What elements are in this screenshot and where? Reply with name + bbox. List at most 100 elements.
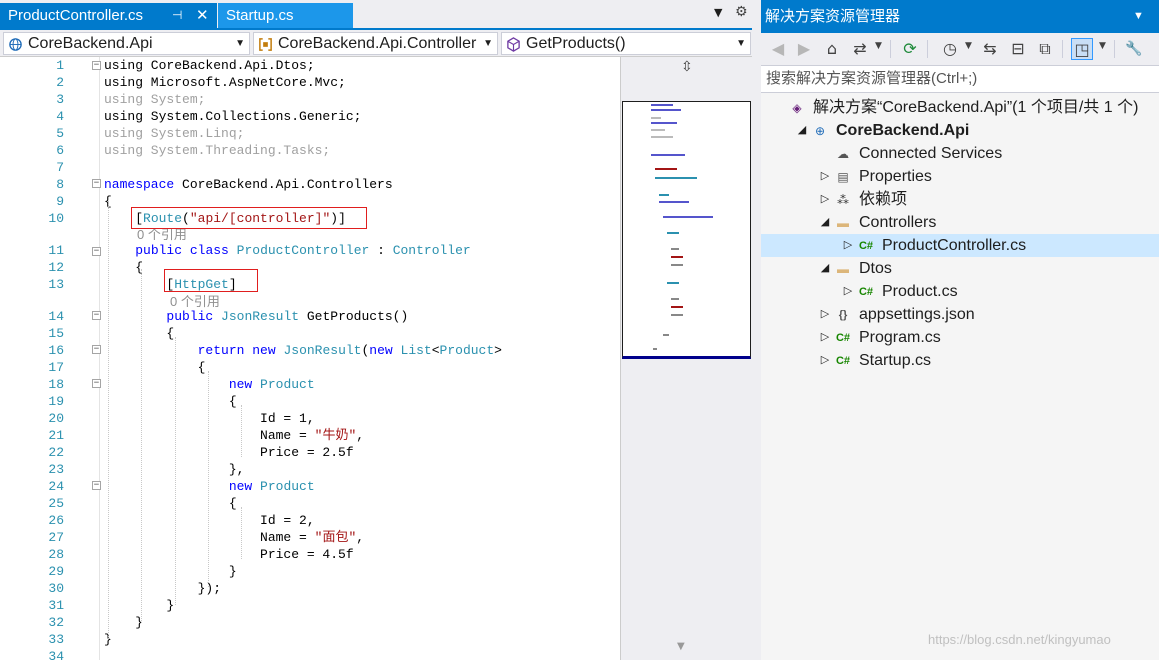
fold-toggle-icon[interactable]: − [92,481,101,490]
collapse-arrow-icon[interactable]: ◢ [819,211,831,234]
minimap-viewport[interactable] [622,101,751,359]
wrench-icon[interactable]: 🔧 [1123,38,1145,60]
history-icon[interactable]: ◷ [939,38,961,60]
code-token: Name = [104,530,315,545]
tree-item[interactable]: ▷ C# Program.cs [761,326,1159,349]
scroll-down-arrow-icon[interactable]: ▼ [677,641,685,652]
tab-list-dropdown-icon[interactable]: ▼ [714,6,722,19]
panel-options-dropdown-icon[interactable]: ▼ [1133,0,1144,33]
collapse-arrow-icon[interactable]: ◢ [819,257,831,280]
expand-arrow-icon[interactable]: ▷ [842,234,854,257]
code-line[interactable]: } [104,614,143,631]
tree-item[interactable]: ▷ C# ProductController.cs [761,234,1159,257]
code-token: using System.Collections.Generic; [104,109,362,124]
code-text-area[interactable]: 1 using CoreBackend.Api.Dtos; 2 using Micro… [0,57,620,660]
tree-item[interactable]: ◢ ⊕ CoreBackend.Api [761,119,1159,142]
pin-icon[interactable]: ⊣ [172,3,182,28]
pending-changes-icon[interactable]: ⟳ [899,38,921,60]
expand-arrow-icon[interactable]: ▷ [819,165,831,188]
code-token: Product [260,377,315,392]
indent-guide [208,371,209,587]
reference-count-hint[interactable]: 0 个引用 [170,293,220,310]
fold-toggle-icon[interactable]: − [92,345,101,354]
close-icon[interactable]: ✕ [196,3,209,28]
code-line[interactable]: { [104,495,237,512]
line-number: 13 [48,277,64,292]
expand-arrow-icon[interactable]: ▷ [842,280,854,303]
fold-toggle-icon[interactable]: − [92,379,101,388]
minimap-line [651,129,665,131]
code-line[interactable]: { [104,393,237,410]
expand-arrow-icon[interactable]: ▷ [819,349,831,372]
minimap-line [651,122,677,124]
member-dropdown[interactable]: GetProducts() ▼ [501,32,751,55]
code-minimap[interactable]: ⇳ ▼ [620,57,752,660]
tree-item[interactable]: ▷ C# Product.cs [761,280,1159,303]
expand-arrow-icon[interactable]: ▷ [819,303,831,326]
code-line[interactable]: { [104,259,143,276]
code-line[interactable]: public JsonResult GetProducts() [104,308,408,325]
chevron-down-icon[interactable]: ▼ [1099,41,1106,51]
code-line[interactable]: { [104,325,174,342]
tree-item[interactable]: ◢ ▬ Controllers [761,211,1159,234]
project-dropdown[interactable]: CoreBackend.Api ▼ [3,32,250,55]
search-solution-explorer-input[interactable]: 搜索解决方案资源管理器(Ctrl+;) [761,65,1159,93]
code-line[interactable]: return new JsonResult(new List<Product> [104,342,502,359]
gear-icon[interactable]: ⚙ [735,4,748,20]
tree-item[interactable]: ▷ {} appsettings.json [761,303,1159,326]
show-all-files-icon[interactable]: ⧉ [1034,38,1056,60]
member-dropdown-value: GetProducts() [526,35,626,52]
code-line[interactable]: using System.Linq; [104,125,244,142]
tree-item[interactable]: ▷ ▤ Properties [761,165,1159,188]
switch-views-icon[interactable]: ⇄ [849,38,871,60]
tab-product-controller[interactable]: ProductController.cs ⊣ ✕ [0,3,217,28]
back-icon[interactable]: ◀ [767,38,789,60]
expand-arrow-icon[interactable]: ▷ [819,188,831,211]
code-line[interactable]: new Product [104,478,315,495]
code-line[interactable]: Id = 2, [104,512,315,529]
code-line[interactable]: using CoreBackend.Api.Dtos; [104,57,315,74]
code-line[interactable]: Name = "面包", [104,529,364,546]
code-line[interactable]: Name = "牛奶", [104,427,364,444]
code-line[interactable]: }); [104,580,221,597]
home-icon[interactable]: ⌂ [821,38,843,60]
chevron-down-icon[interactable]: ▼ [965,41,972,51]
sync-with-document-icon[interactable]: ⇆ [979,38,1001,60]
collapse-all-icon[interactable]: ⊟ [1007,38,1029,60]
indent-guide [241,507,242,559]
expand-arrow-icon[interactable]: ▷ [819,326,831,349]
tree-item[interactable]: ▷ ⁂ 依赖项 [761,188,1159,211]
indent-guide [175,337,176,605]
indent-guide [241,405,242,457]
type-dropdown[interactable]: CoreBackend.Api.Controller ▼ [253,32,498,55]
fold-toggle-icon[interactable]: − [92,247,101,256]
fold-toggle-icon[interactable]: − [92,61,101,70]
split-window-icon[interactable]: ⇳ [681,59,693,75]
code-line[interactable]: } [104,597,174,614]
code-line[interactable]: Id = 1, [104,410,315,427]
line-number: 6 [56,143,64,158]
tab-label: ProductController.cs [8,7,144,24]
chevron-down-icon[interactable]: ▼ [875,41,882,51]
code-line[interactable]: } [104,563,237,580]
collapse-arrow-icon[interactable]: ◢ [796,119,808,142]
code-line[interactable]: using Microsoft.AspNetCore.Mvc; [104,74,346,91]
code-line[interactable]: new Product [104,376,315,393]
tree-item[interactable]: ◈ 解决方案“CoreBackend.Api”(1 个项目/共 1 个) [761,96,1159,119]
code-line[interactable]: using System; [104,91,205,108]
code-line[interactable]: using System.Collections.Generic; [104,108,361,125]
tab-startup[interactable]: Startup.cs [218,3,353,28]
forward-icon[interactable]: ▶ [793,38,815,60]
tree-item[interactable]: ☁ Connected Services [761,142,1159,165]
line-number: 30 [48,581,64,596]
fold-toggle-icon[interactable]: − [92,179,101,188]
code-line[interactable]: using System.Threading.Tasks; [104,142,330,159]
code-line[interactable]: namespace CoreBackend.Api.Controllers [104,176,393,193]
code-line[interactable]: { [104,359,206,376]
preview-selected-items-icon[interactable]: ◳ [1071,38,1093,60]
code-line[interactable]: public class ProductController : Control… [104,242,471,259]
code-token: public [166,309,214,324]
fold-toggle-icon[interactable]: − [92,311,101,320]
tree-item[interactable]: ◢ ▬ Dtos [761,257,1159,280]
tree-item[interactable]: ▷ C# Startup.cs [761,349,1159,372]
